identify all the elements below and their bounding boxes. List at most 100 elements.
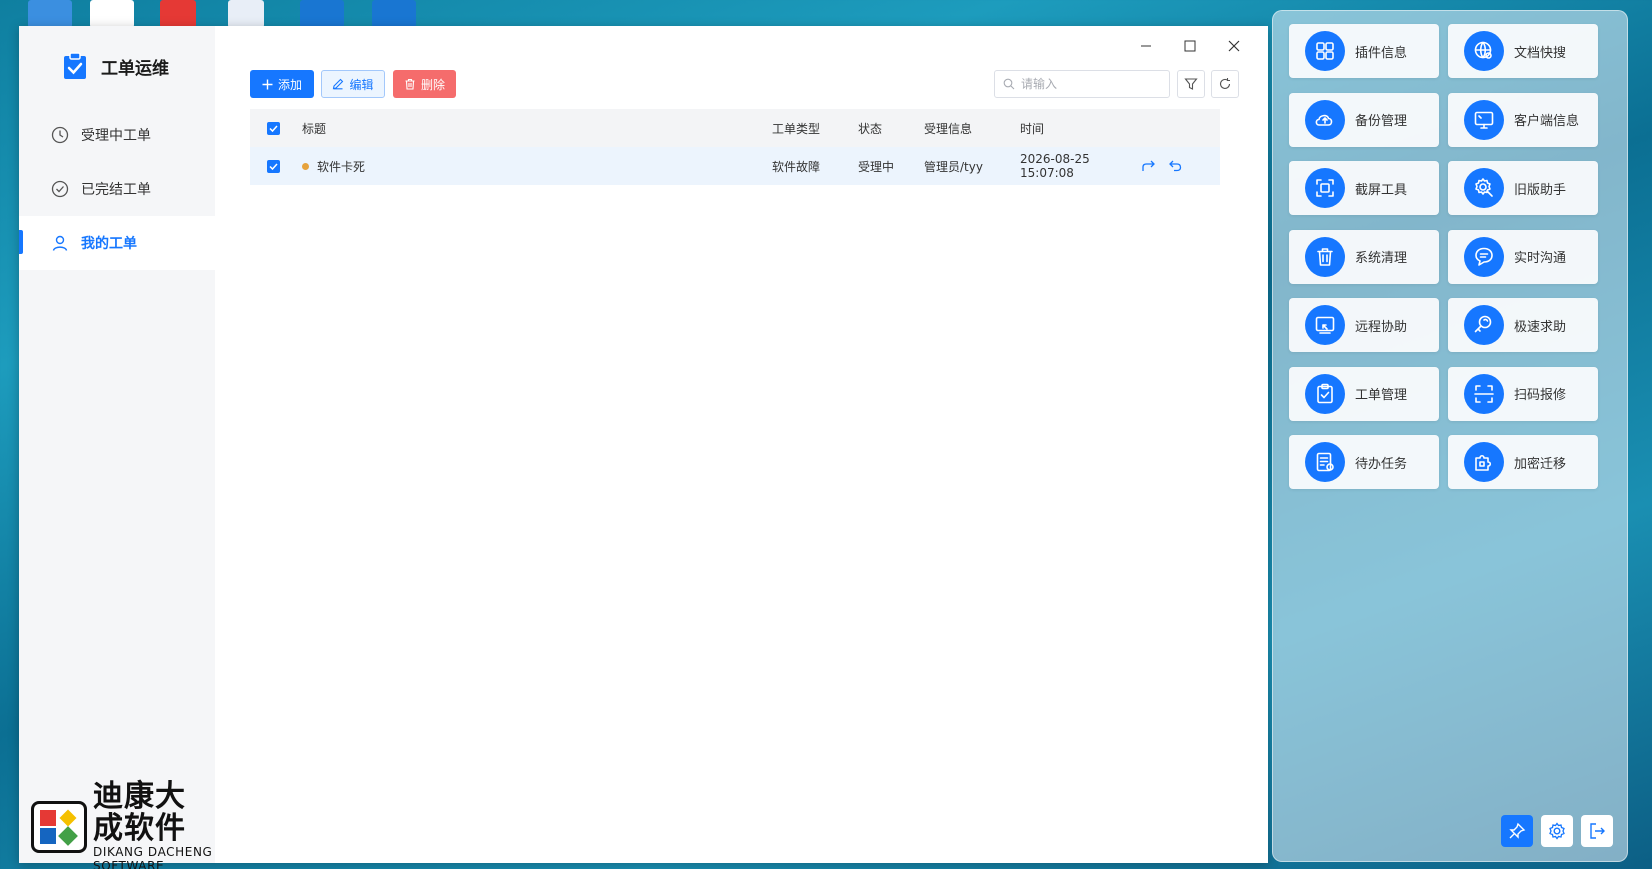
sidebar-nav: 受理中工单 已完结工单 我的工单 [19,108,215,270]
sidebar-item-label: 已完结工单 [81,182,151,198]
tool-label: 客户端信息 [1514,114,1580,129]
row-type: 软件故障 [772,159,821,174]
tool-button[interactable]: 文档快搜 [1448,24,1598,78]
check-circle-icon [51,180,69,198]
edit-button-label: 编辑 [349,77,374,92]
tool-label: 插件信息 [1355,45,1408,61]
delete-button[interactable]: 删除 [393,70,456,98]
row-title: 软件卡死 [296,158,772,175]
tool-button[interactable]: 旧版助手 [1448,161,1598,215]
forward-icon[interactable] [1142,160,1156,172]
maximize-button[interactable] [1168,30,1212,62]
logo-name-en: DIKANG DACHENG SOFTWARE [93,845,213,869]
row-title-text: 软件卡死 [317,159,366,174]
close-icon [1228,40,1240,52]
search-box [994,70,1170,98]
tool-label: 扫码报修 [1514,388,1567,403]
refresh-button[interactable] [1211,70,1239,98]
tool-button[interactable]: 客户端信息 [1448,92,1598,147]
screenshot-icon [1305,168,1345,208]
tool-button[interactable]: 扫码报修 [1448,366,1598,421]
header-type[interactable]: 工单类型 [772,120,858,137]
refresh-icon [1219,78,1231,89]
desktop-icon[interactable] [90,0,134,28]
clipboard-check-icon [64,52,86,79]
logo-text: 迪康大成软件 DIKANG DACHENG SOFTWARE [93,781,215,869]
logo-mark-icon [31,801,87,853]
main-window: 工单运维 受理中工单 已完结工单 我的工单 迪康大成软件 DIKANG DACH… [19,26,1268,869]
tool-button[interactable]: 截屏工具 [1289,161,1439,215]
desktop-icon[interactable] [28,0,72,28]
logout-button[interactable] [1581,815,1613,847]
company-logo: 迪康大成软件 DIKANG DACHENG SOFTWARE [31,781,215,869]
filter-button[interactable] [1177,70,1205,98]
delete-button-label: 删除 [420,77,445,92]
checkbox-checked-icon [266,159,280,173]
pin-icon [1509,822,1526,839]
clock-icon [51,126,69,144]
tool-button[interactable]: 极速求助 [1448,298,1598,352]
tool-panel: 插件信息 文档快搜备份管理 客户端信息截屏工具 旧版助手系统清理 实时沟通 远程协助 极速求… [1272,10,1628,862]
tool-button[interactable]: 插件信息 [1289,24,1439,78]
settings-button[interactable] [1541,815,1573,847]
row-status: 受理中 [858,159,895,174]
add-button[interactable]: 添加 [250,70,314,98]
sidebar-item-my-tickets[interactable]: 我的工单 [19,216,215,270]
row-info: 管理员/tyy [924,159,983,174]
globe-search-icon [1464,31,1504,71]
tool-label: 旧版助手 [1514,182,1567,198]
desktop-icon[interactable] [228,0,264,28]
tool-label: 极速求助 [1514,319,1567,335]
header-status[interactable]: 状态 [858,120,924,137]
table-row[interactable]: 软件卡死 软件故障 受理中 管理员/tyy 2026-08-25 15:07:0… [250,147,1220,185]
cloud-upload-icon [1305,99,1345,140]
pin-button[interactable] [1501,815,1533,847]
select-all-checkbox[interactable] [250,121,296,135]
grid-icon [1305,31,1345,71]
sidebar-item-completed[interactable]: 已完结工单 [19,162,215,216]
tool-button[interactable]: 备份管理 [1289,92,1439,147]
desktop-icon[interactable] [372,0,416,28]
user-icon [52,235,68,251]
clipboard-check-icon [1305,373,1345,414]
scan-icon [1464,373,1504,414]
sidebar-item-processing[interactable]: 受理中工单 [19,108,215,162]
puzzle-lock-icon [1464,442,1504,482]
tool-button[interactable]: 工单管理 [1289,366,1439,421]
tool-button[interactable]: 系统清理 [1289,229,1439,284]
brand: 工单运维 [63,52,169,80]
search-key-icon [1464,305,1504,345]
tool-button[interactable]: 远程协助 [1289,298,1439,352]
tool-button[interactable]: 待办任务 [1289,435,1439,489]
tool-button[interactable]: 实时沟通 [1448,229,1598,284]
header-title[interactable]: 标题 [296,120,772,137]
content-area: 添加 编辑 删除 请输入 标题 工单类型 状态 受理信息 时间 软件卡死 软件故… [215,26,1268,863]
desktop-icon[interactable] [160,0,196,28]
plus-icon [262,79,273,89]
return-icon[interactable] [1168,160,1182,172]
edit-button[interactable]: 编辑 [321,70,385,98]
chat-icon [1464,236,1504,277]
maximize-icon [1184,40,1196,52]
task-list-icon [1305,442,1345,482]
tool-button[interactable]: 加密迁移 [1448,435,1598,489]
row-time: 2026-08-25 15:07:08 [1020,152,1090,180]
search-input[interactable] [1021,77,1161,91]
row-checkbox[interactable] [250,159,296,173]
tool-label: 备份管理 [1355,114,1408,129]
remote-screen-icon [1305,305,1345,345]
table-header: 标题 工单类型 状态 受理信息 时间 [250,109,1220,147]
minimize-button[interactable] [1124,30,1168,62]
header-time[interactable]: 时间 [1020,120,1142,137]
minimize-icon [1141,45,1151,47]
row-actions [1142,160,1182,172]
logout-icon [1590,823,1605,839]
header-info[interactable]: 受理信息 [924,120,1020,137]
gear-icon [1549,822,1565,840]
tool-label: 工单管理 [1355,388,1408,403]
monitor-icon [1464,99,1504,140]
close-button[interactable] [1212,30,1256,62]
trash-icon [405,78,415,90]
desktop-icon[interactable] [300,0,344,28]
window-controls [1124,30,1256,62]
